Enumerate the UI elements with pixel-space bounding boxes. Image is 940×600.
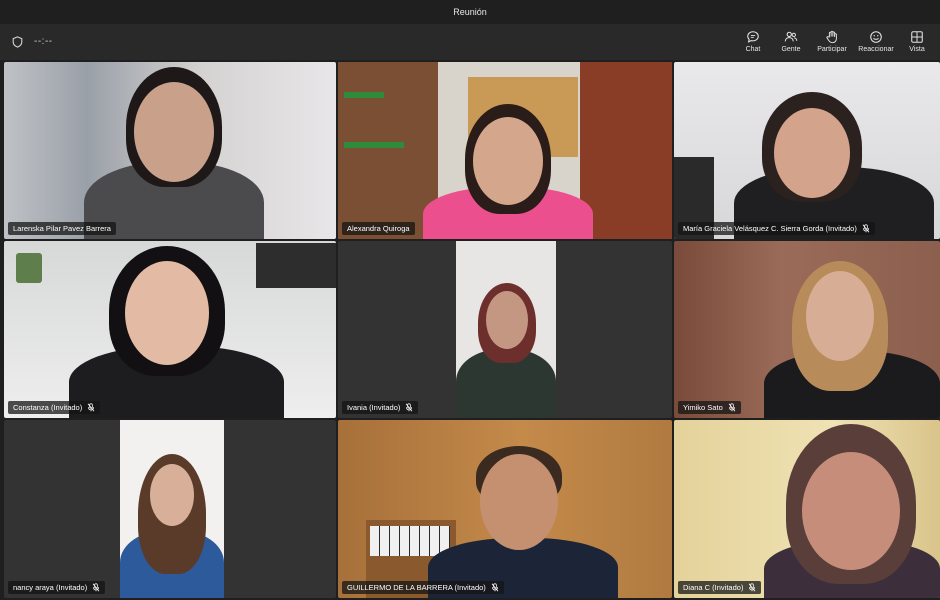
participant-name: Ivania (Invitado)	[347, 403, 401, 412]
plant	[16, 253, 42, 283]
participant-name-tag: Constanza (Invitado)	[8, 401, 101, 414]
emoji-icon	[870, 31, 882, 43]
meeting-toolbar: --:-- Chat Gente Participar Reaccionar V…	[0, 24, 940, 60]
participant-video	[120, 420, 224, 598]
people-label: Gente	[781, 46, 801, 53]
react-label: Reaccionar	[858, 46, 894, 53]
participant-tile[interactable]: GUILLERMO DE LA BARRERA (Invitado)	[338, 420, 672, 598]
participant-video	[59, 241, 289, 418]
window-title: Reunión	[453, 7, 487, 17]
participant-video	[413, 62, 603, 239]
title-bar: Reunión	[0, 0, 940, 24]
participant-name-tag: Ivania (Invitado)	[342, 401, 419, 414]
participant-name-tag: Diana C (Invitado)	[678, 581, 762, 594]
participant-video	[74, 62, 274, 239]
shield-icon[interactable]	[12, 36, 23, 48]
participant-tile[interactable]: Diana C (Invitado)	[674, 420, 940, 598]
participant-video	[764, 241, 940, 418]
participant-video	[456, 241, 556, 418]
shelf-item	[344, 92, 384, 98]
participant-name-tag: Alexandra Quiroga	[342, 222, 415, 235]
chat-icon	[747, 31, 759, 43]
participant-name: María Graciela Velásquez C. Sierra Gorda…	[683, 224, 857, 233]
participant-name: nancy araya (Invitado)	[13, 583, 88, 592]
view-label: Vista	[909, 46, 925, 53]
participant-video	[714, 62, 940, 239]
participant-tile[interactable]: nancy araya (Invitado)	[4, 420, 336, 598]
toolbar-actions: Chat Gente Participar Reaccionar Vista	[734, 26, 936, 53]
raise-hand-button[interactable]: Participar	[812, 26, 852, 53]
mic-muted-icon	[87, 403, 95, 412]
participant-name-tag: GUILLERMO DE LA BARRERA (Invitado)	[342, 581, 504, 594]
grid-view-icon	[911, 31, 923, 43]
mic-muted-icon	[862, 224, 870, 233]
participant-tile[interactable]: María Graciela Velásquez C. Sierra Gorda…	[674, 62, 940, 239]
participant-tile[interactable]: Alexandra Quiroga	[338, 62, 672, 239]
chat-label: Chat	[745, 46, 761, 53]
participant-name-tag: Yimiko Sato	[678, 401, 741, 414]
participant-tile[interactable]: Yimiko Sato	[674, 241, 940, 418]
participant-video	[764, 420, 940, 598]
mic-muted-icon	[728, 403, 736, 412]
participant-name: Alexandra Quiroga	[347, 224, 410, 233]
participant-name-tag: nancy araya (Invitado)	[8, 581, 106, 594]
video-grid: Larenska Pilar Pavez Barrera Alexandra Q…	[2, 62, 940, 598]
participant-name: Larenska Pilar Pavez Barrera	[13, 224, 111, 233]
view-button[interactable]: Vista	[900, 26, 934, 53]
participant-tile[interactable]: Ivania (Invitado)	[338, 241, 672, 418]
mic-muted-icon	[406, 403, 413, 412]
participant-name-tag: María Graciela Velásquez C. Sierra Gorda…	[678, 222, 875, 235]
participant-name: Diana C (Invitado)	[683, 583, 744, 592]
participant-name-tag: Larenska Pilar Pavez Barrera	[8, 222, 116, 235]
participant-name: GUILLERMO DE LA BARRERA (Invitado)	[347, 583, 486, 592]
mic-muted-icon	[491, 583, 499, 592]
shelf-item	[344, 142, 404, 148]
meeting-timer: --:--	[34, 36, 53, 47]
people-icon	[784, 31, 798, 42]
mic-muted-icon	[749, 583, 756, 592]
raise-hand-label: Participar	[817, 46, 847, 53]
mic-muted-icon	[92, 583, 100, 592]
raise-hand-icon	[826, 30, 837, 44]
participant-tile[interactable]: Larenska Pilar Pavez Barrera	[4, 62, 336, 239]
react-button[interactable]: Reaccionar	[856, 26, 896, 53]
participant-video	[418, 420, 628, 598]
people-button[interactable]: Gente	[774, 26, 808, 53]
participant-name: Yimiko Sato	[683, 403, 723, 412]
participant-tile[interactable]: Constanza (Invitado)	[4, 241, 336, 418]
chat-button[interactable]: Chat	[736, 26, 770, 53]
participant-name: Constanza (Invitado)	[13, 403, 83, 412]
